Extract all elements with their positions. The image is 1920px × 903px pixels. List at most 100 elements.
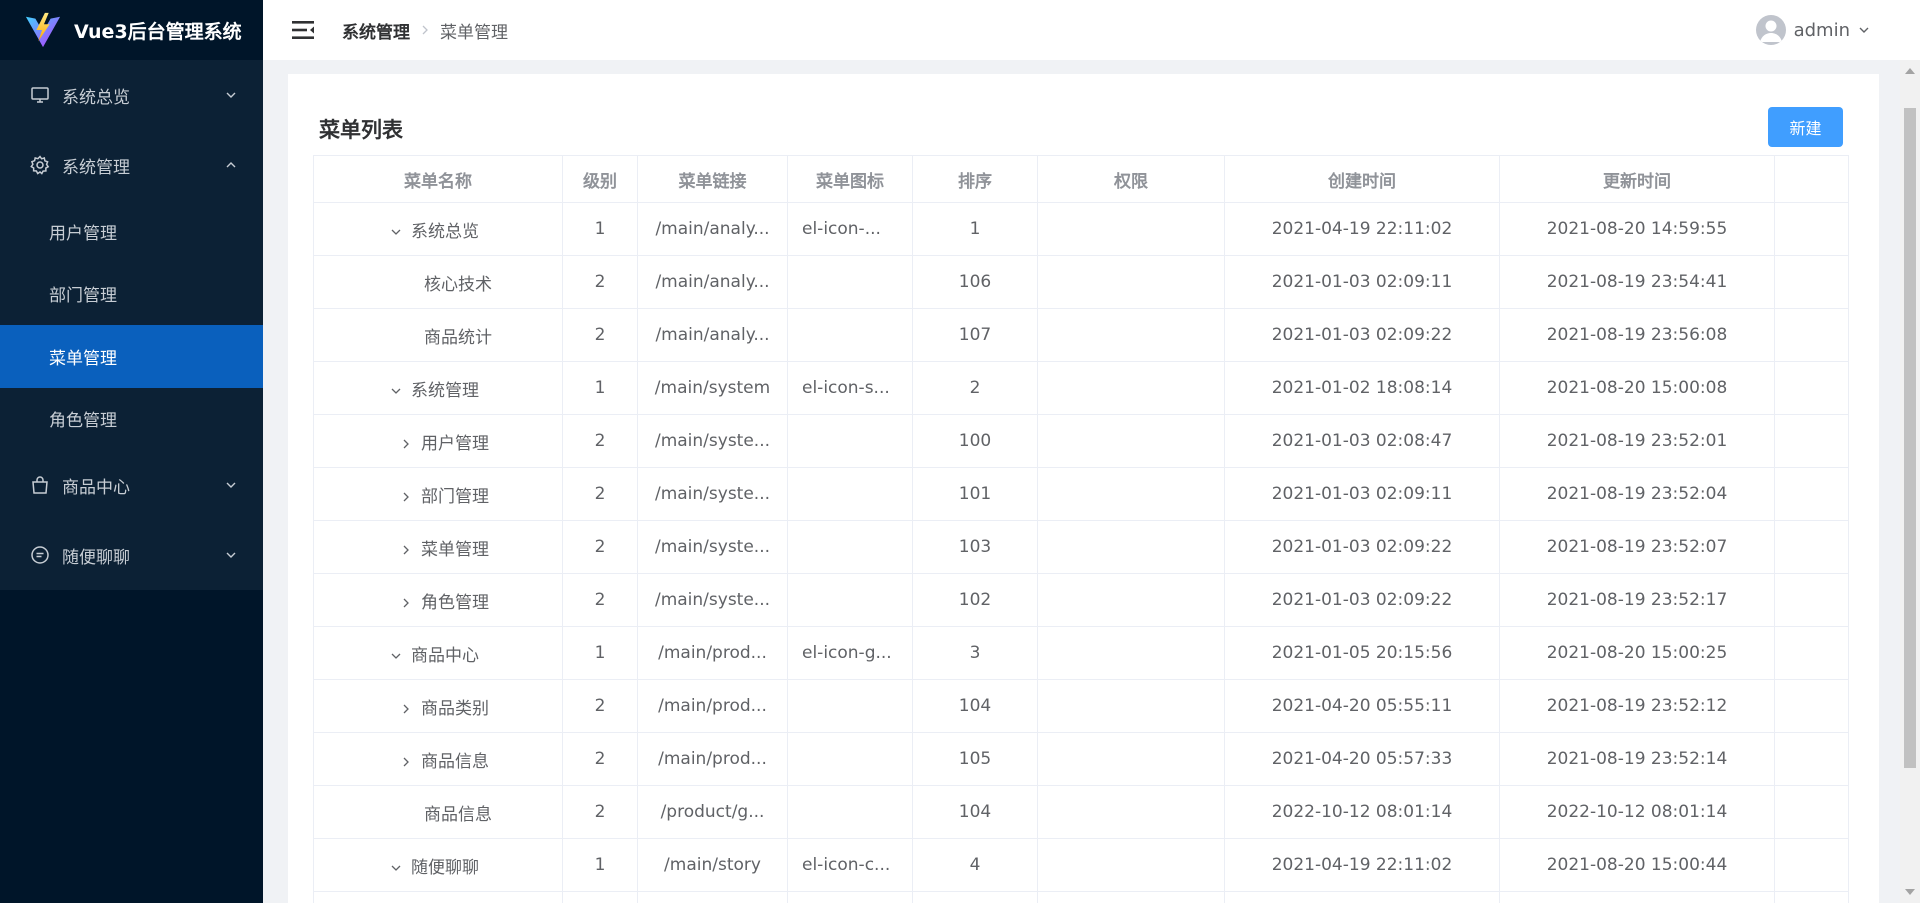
chevron-up-icon	[225, 159, 237, 171]
table-row[interactable]: 系统管理 1/main/system el-icon-s... 2 2021-01-02…	[313, 361, 1849, 415]
menu-name: 角色管理	[421, 592, 489, 613]
chevron-right-icon[interactable]	[399, 702, 413, 716]
column-header-actions	[1774, 155, 1849, 203]
table-row[interactable]: 商品信息 2/main/prod... 105 2021-04-20 05:57:33…	[313, 732, 1849, 786]
cell-created: 2021-01-03 02:09:22	[1224, 520, 1500, 574]
app-title: Vue3后台管理系统	[74, 20, 242, 43]
cell-icon: el-icon-...	[787, 202, 913, 256]
cell-permission	[1037, 308, 1225, 362]
cell-sort: 101	[912, 467, 1038, 521]
column-header-updated: 更新时间	[1499, 155, 1775, 203]
cell-level: 2	[562, 679, 638, 733]
sidebar-group-label: 随便聊聊	[62, 547, 130, 568]
chevron-right-icon[interactable]	[399, 543, 413, 557]
scrollbar-thumb[interactable]	[1904, 108, 1916, 768]
cell-sort: 104	[912, 679, 1038, 733]
cell-sort: 2	[912, 361, 1038, 415]
chevron-down-icon[interactable]	[389, 384, 403, 398]
chevron-down-icon[interactable]	[389, 649, 403, 663]
user-dropdown[interactable]: admin	[1755, 15, 1870, 45]
sidebar-item-menus[interactable]: 菜单管理	[0, 325, 263, 388]
column-header-url: 菜单链接	[637, 155, 788, 203]
scroll-up-icon[interactable]	[1905, 68, 1915, 74]
username: admin	[1793, 19, 1850, 41]
table-row[interactable]: 随便聊聊 1/main/story el-icon-c... 4 2021-04-19 …	[313, 838, 1849, 892]
cell-name: 系统总览	[313, 202, 563, 256]
cell-level: 1	[562, 626, 638, 680]
cell-permission	[1037, 520, 1225, 574]
new-menu-button[interactable]: 新建	[1768, 107, 1843, 147]
cell-icon	[787, 414, 913, 468]
chevron-down-icon[interactable]	[389, 225, 403, 239]
cell-sort	[912, 891, 1038, 903]
cell-name: 随便聊聊	[313, 838, 563, 892]
table-row[interactable]: 系统总览 1/main/analy... el-icon-... 1 2021-04-1…	[313, 202, 1849, 256]
table-row[interactable]: 部门管理 2/main/syste... 101 2021-01-03 02:09:1…	[313, 467, 1849, 521]
avatar	[1755, 15, 1786, 45]
table-row[interactable]: 商品统计 2/main/analy... 107 2021-01-03 02:09:2…	[313, 308, 1849, 362]
chevron-right-icon[interactable]	[399, 437, 413, 451]
cell-url: /main/syste...	[637, 467, 788, 521]
sidebar-group-system[interactable]: 系统管理	[0, 130, 263, 200]
sidebar-submenu-system: 用户管理 部门管理 菜单管理 角色管理	[0, 200, 263, 450]
chevron-right-icon[interactable]	[399, 596, 413, 610]
cell-created: 2021-01-02 18:08:14	[1224, 361, 1500, 415]
column-header-permission: 权限	[1037, 155, 1225, 203]
chevron-right-icon[interactable]	[399, 755, 413, 769]
cell-url: /main/analy...	[637, 255, 788, 309]
logo[interactable]: Vue3后台管理系统	[0, 0, 263, 60]
cell-level: 1	[562, 361, 638, 415]
cell-icon	[787, 573, 913, 627]
sidebar-item-users[interactable]: 用户管理	[0, 200, 263, 263]
cell-icon	[787, 679, 913, 733]
cell-actions	[1774, 255, 1849, 309]
cell-sort: 102	[912, 573, 1038, 627]
sidebar-menu: 系统总览 系统管理 用户管理 部门管理 菜单管理 角色管理 商品中心 随便聊聊	[0, 60, 263, 590]
chevron-right-icon	[420, 25, 430, 35]
cell-icon: el-icon-c...	[787, 838, 913, 892]
table-row[interactable]: 商品信息 2/product/g... 104 2022-10-12 08:01:14…	[313, 785, 1849, 839]
page-scrollbar[interactable]	[1900, 60, 1920, 903]
breadcrumb-item-system[interactable]: 系统管理	[342, 18, 410, 43]
cell-created: 2021-04-19 22:11:02	[1224, 838, 1500, 892]
fold-menu-icon[interactable]	[290, 17, 316, 43]
cell-updated: 2022-10-12 08:01:14	[1499, 785, 1775, 839]
cell-updated: 2021-08-20 15:00:44	[1499, 838, 1775, 892]
chevron-right-icon[interactable]	[399, 490, 413, 504]
table-row[interactable]: 核心技术 2/main/analy... 106 2021-01-03 02:09:1…	[313, 255, 1849, 309]
cell-url: /main/syste...	[637, 573, 788, 627]
table-row[interactable]: 用户管理 2/main/syste... 100 2021-01-03 02:08:4…	[313, 414, 1849, 468]
sidebar-item-departments[interactable]: 部门管理	[0, 263, 263, 326]
menu-name: 系统管理	[411, 380, 479, 401]
sidebar-item-roles[interactable]: 角色管理	[0, 388, 263, 451]
cell-actions	[1774, 891, 1849, 903]
cell-url: /main/analy...	[637, 202, 788, 256]
cell-updated: 2021-08-20 15:00:25	[1499, 626, 1775, 680]
sidebar: Vue3后台管理系统 系统总览 系统管理 用户管理 部门管理 菜单管理 角色管理…	[0, 0, 263, 903]
monitor-icon	[30, 85, 50, 105]
table-row[interactable]	[313, 891, 1849, 903]
sidebar-group-products[interactable]: 商品中心	[0, 450, 263, 520]
scroll-down-icon[interactable]	[1905, 889, 1915, 895]
table-row[interactable]: 菜单管理 2/main/syste... 103 2021-01-03 02:09:2…	[313, 520, 1849, 574]
chevron-down-icon[interactable]	[389, 861, 403, 875]
table-row[interactable]: 商品类别 2/main/prod... 104 2021-04-20 05:55:11…	[313, 679, 1849, 733]
cell-permission	[1037, 573, 1225, 627]
menu-name: 菜单管理	[421, 539, 489, 560]
sidebar-group-chat[interactable]: 随便聊聊	[0, 520, 263, 590]
table-row[interactable]: 角色管理 2/main/syste... 102 2021-01-03 02:09:2…	[313, 573, 1849, 627]
cell-updated: 2021-08-19 23:52:07	[1499, 520, 1775, 574]
table-body: 系统总览 1/main/analy... el-icon-... 1 2021-04-1…	[313, 202, 1849, 903]
sidebar-group-overview[interactable]: 系统总览	[0, 60, 263, 130]
cell-name: 商品中心	[313, 626, 563, 680]
menu-name: 用户管理	[421, 433, 489, 454]
menu-table-wrapper: 菜单名称 级别 菜单链接 菜单图标 排序 权限 创建时间 更新时间 系统总览 1/…	[313, 155, 1849, 903]
table-row[interactable]: 商品中心 1/main/prod... el-icon-g... 3 2021-01-0…	[313, 626, 1849, 680]
cell-actions	[1774, 679, 1849, 733]
cell-sort: 105	[912, 732, 1038, 786]
cell-updated: 2021-08-20 14:59:55	[1499, 202, 1775, 256]
cell-name: 商品类别	[313, 679, 563, 733]
menu-name: 部门管理	[421, 486, 489, 507]
cell-permission	[1037, 467, 1225, 521]
cell-icon	[787, 467, 913, 521]
